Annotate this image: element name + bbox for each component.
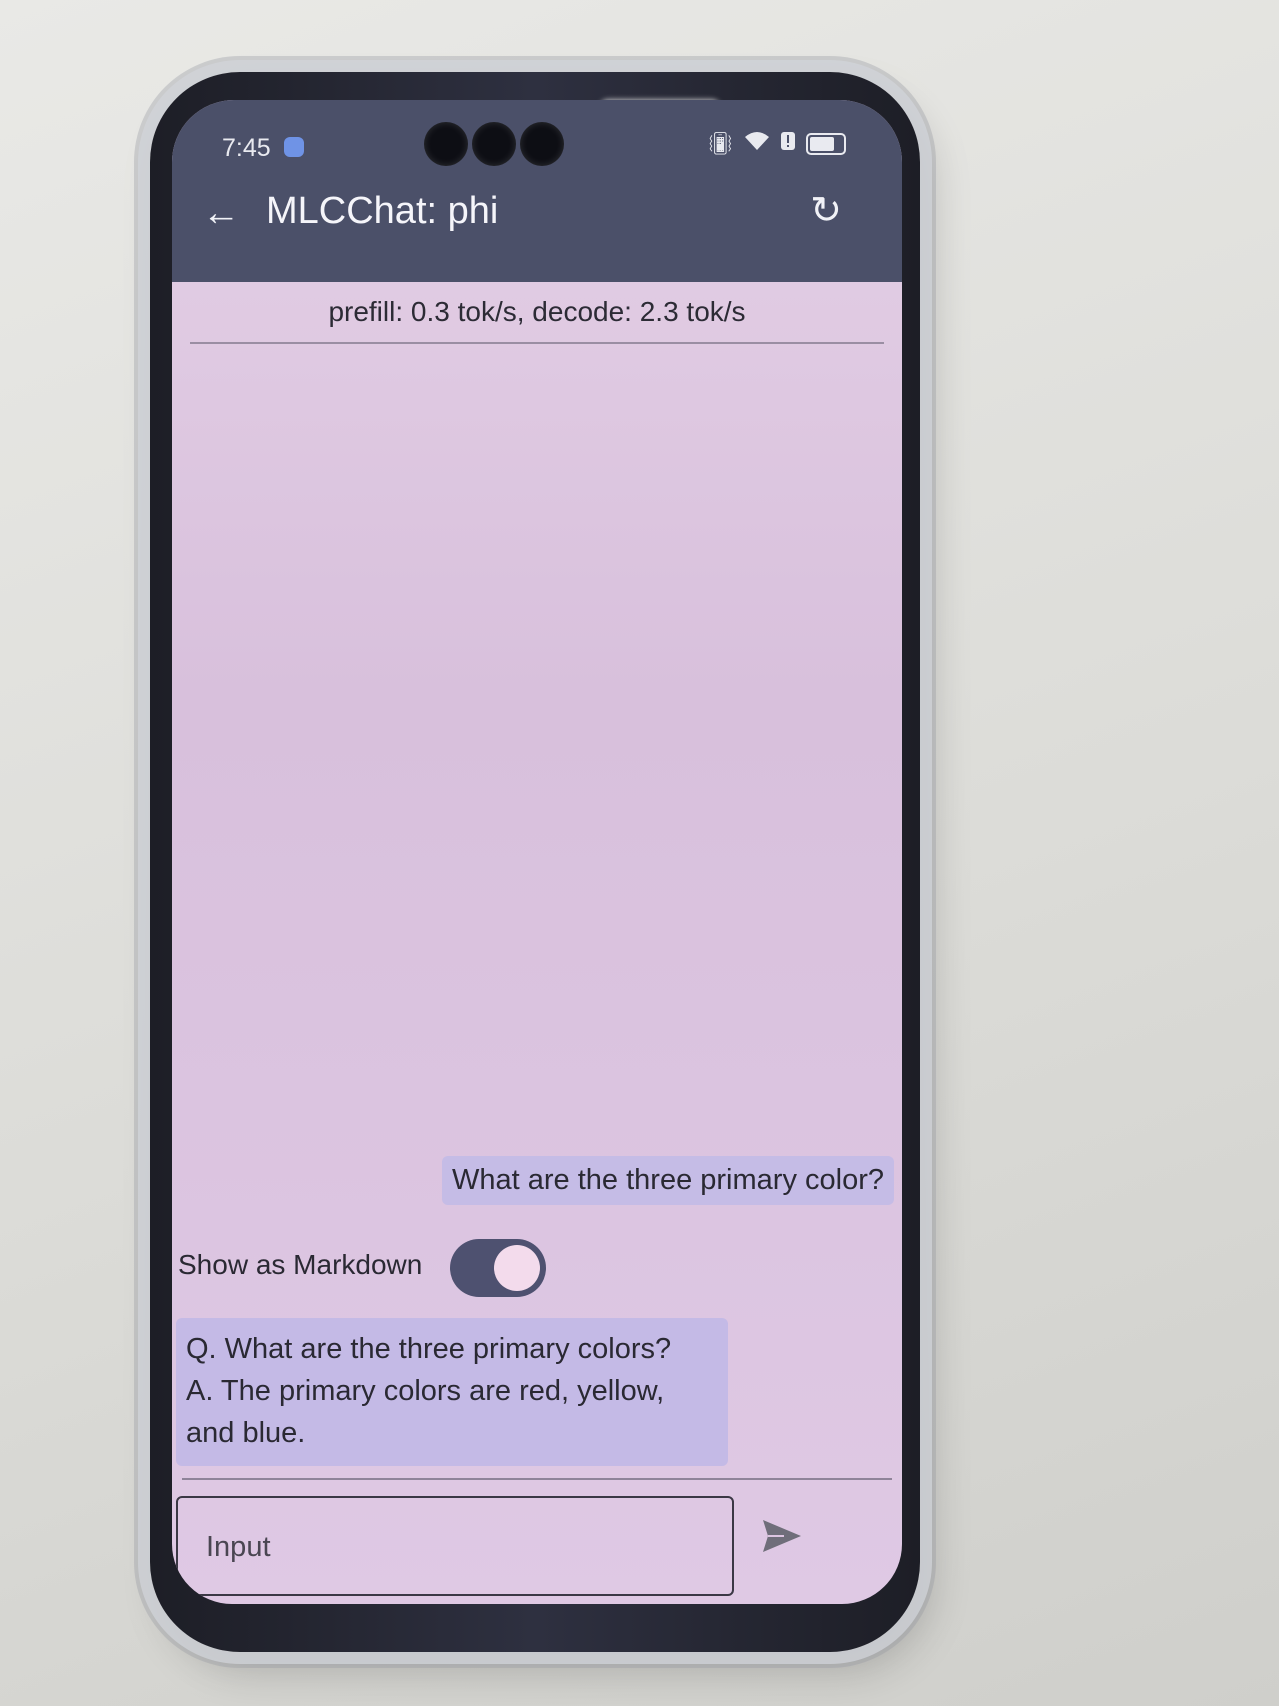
speed-stats: prefill: 0.3 tok/s, decode: 2.3 tok/s [328,296,746,327]
camera-lens-icon [472,122,516,166]
send-icon[interactable] [760,1514,804,1558]
wifi-icon [744,130,770,158]
phone-screen: 7:45 📳︎ ← MLCChat: phi ↻ prefill: 0.3 to… [172,100,902,1604]
message-input[interactable] [204,1524,688,1570]
app-top-bar: 7:45 📳︎ ← MLCChat: phi ↻ [172,100,902,282]
camera-lens-icon [520,122,564,166]
camera-lens-icon [424,122,468,166]
message-input-box[interactable] [176,1496,734,1596]
shield-icon [284,137,304,157]
arrow-left-icon[interactable]: ← [202,192,240,235]
user-message-bubble: What are the three primary color? [442,1156,894,1205]
app-title: MLCChat: phi [266,190,499,232]
markdown-toggle-switch[interactable] [450,1239,546,1297]
alert-icon [780,131,796,157]
toggle-knob [494,1245,540,1291]
assistant-message-text: Q. What are the three primary colors? A. … [186,1328,718,1454]
assistant-message-line: A. The primary colors are red, yellow, a… [186,1375,665,1449]
assistant-message-line: Q. What are the three primary colors? [186,1333,672,1365]
divider [190,342,884,344]
status-time: 7:45 [222,134,271,162]
refresh-icon[interactable]: ↻ [810,188,842,233]
assistant-message-bubble: Q. What are the three primary colors? A. … [176,1318,728,1466]
markdown-toggle-label: Show as Markdown [178,1249,423,1280]
divider [182,1478,892,1480]
status-icons: 📳︎ [706,130,846,158]
vibrate-icon: 📳︎ [706,131,734,156]
battery-icon [806,133,846,155]
